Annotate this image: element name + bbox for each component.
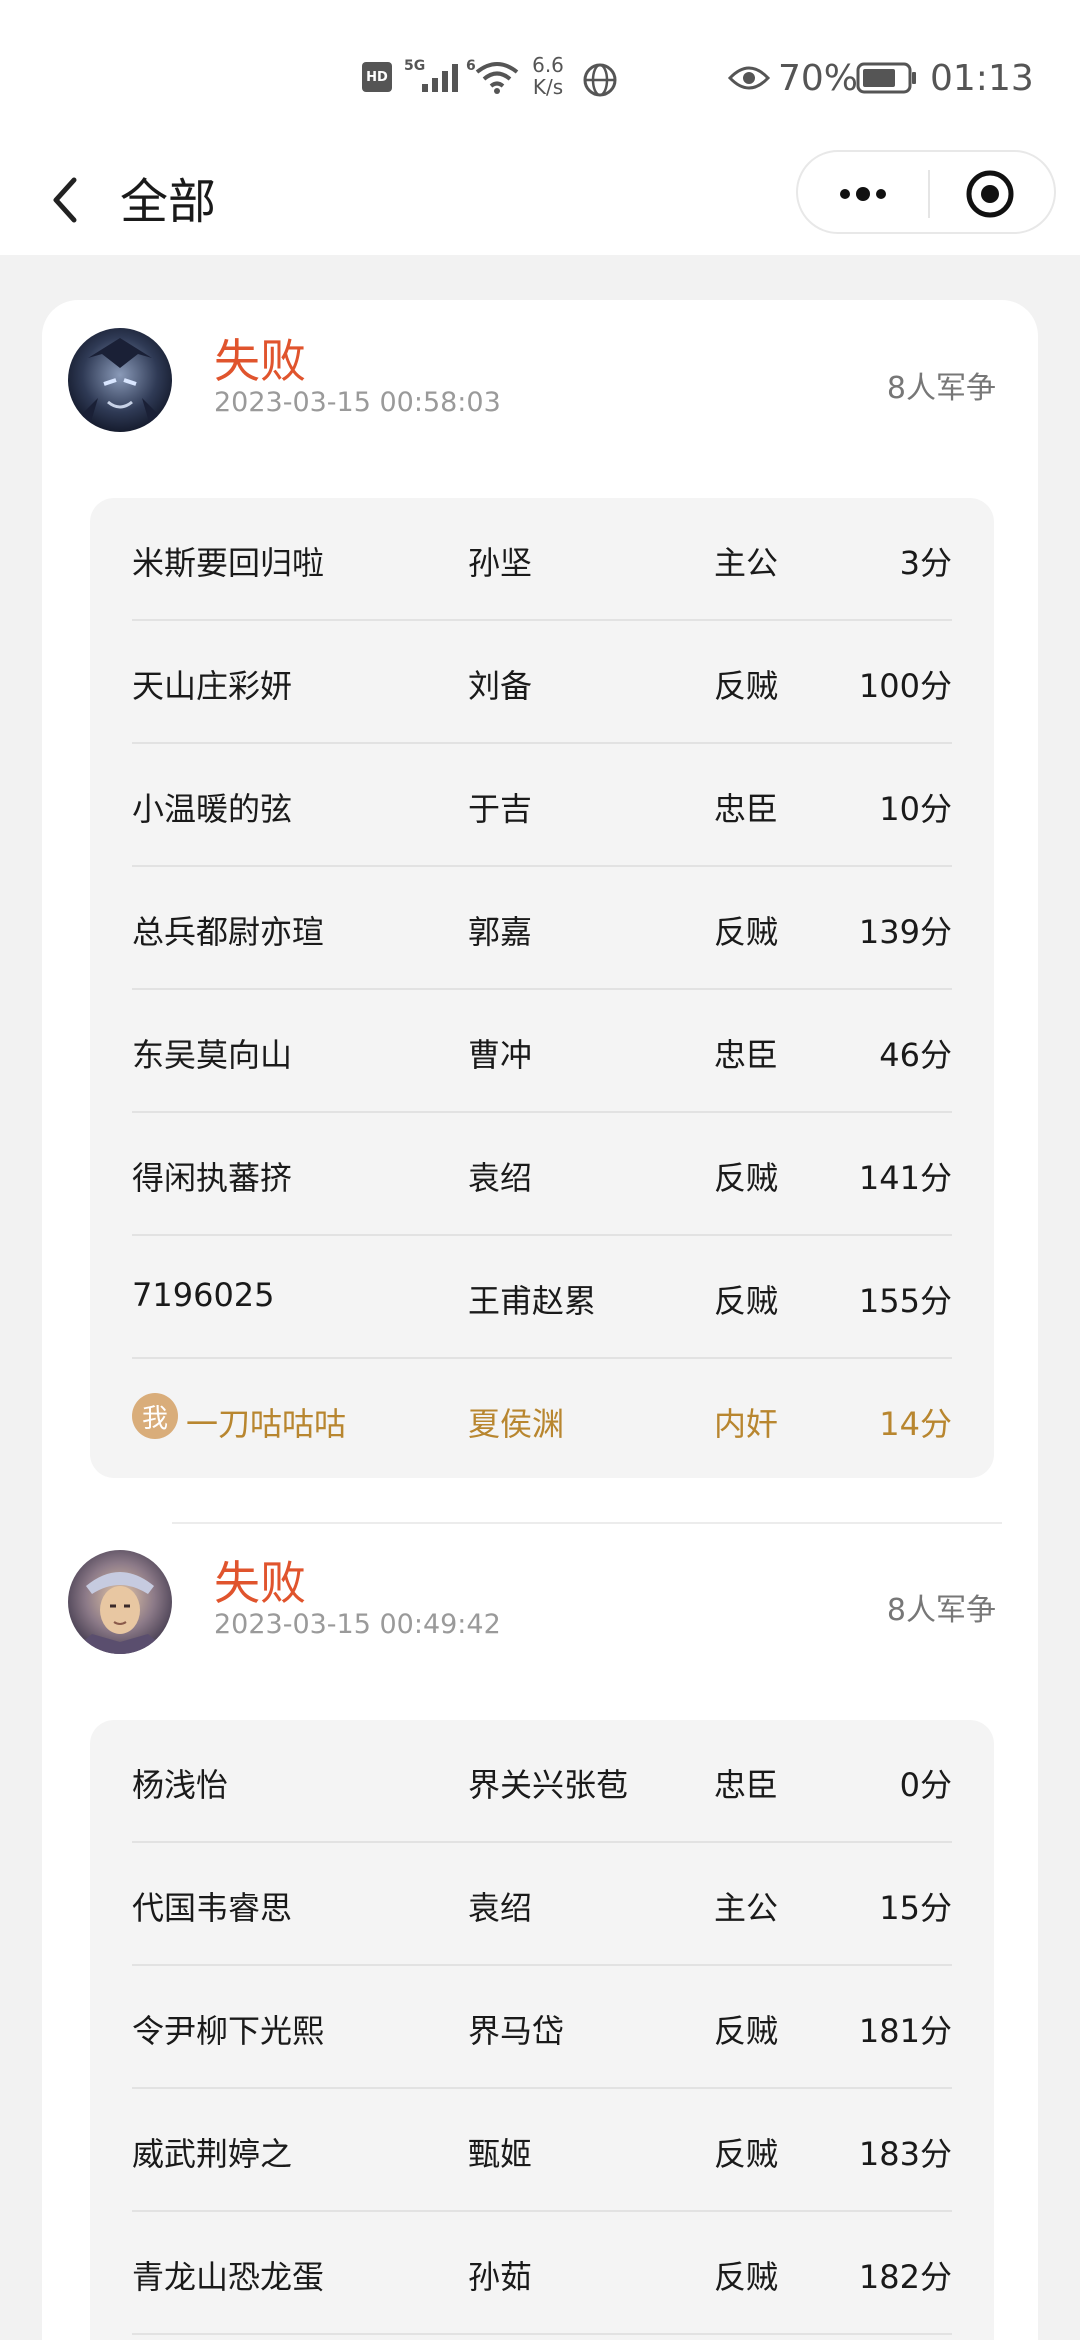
- match-mode: 8人军争: [886, 1593, 996, 1628]
- player-role: 反贼: [714, 913, 779, 951]
- player-role: 忠臣: [714, 790, 779, 828]
- chevron-left-icon[interactable]: [40, 170, 100, 230]
- battery-icon: [856, 62, 918, 98]
- eye-icon: [727, 64, 771, 96]
- player-score: 15分: [879, 1889, 952, 1927]
- hd-icon: HD: [362, 62, 392, 92]
- player-score: 0分: [899, 1766, 952, 1804]
- player-hero: 于吉: [468, 790, 533, 828]
- player-role: 主公: [714, 1889, 779, 1927]
- table-row: 米斯要回归啦 孙坚 主公 3分: [132, 498, 952, 621]
- player-role: 反贼: [714, 2135, 779, 2173]
- player-score: 10分: [879, 790, 952, 828]
- nav-bar: 全部: [0, 150, 1080, 255]
- player-hero: 界马岱: [468, 2012, 565, 2050]
- player-score: 3分: [899, 544, 952, 582]
- player-hero: 袁绍: [468, 1159, 533, 1197]
- player-table: 米斯要回归啦 孙坚 主公 3分 天山庄彩妍 刘备 反贼 100分 小温暖的弦 于…: [90, 498, 994, 1478]
- player-hero: 夏侯渊: [468, 1405, 565, 1443]
- player-name: 令尹柳下光熙: [132, 2012, 325, 2050]
- player-score: 183分: [858, 2135, 952, 2173]
- table-row: 小温暖的弦 于吉 忠臣 10分: [132, 744, 952, 867]
- player-score: 139分: [858, 913, 952, 951]
- table-row: 得闲执蕃挤 袁绍 反贼 141分: [132, 1113, 952, 1236]
- player-name: 青龙山恐龙蛋: [132, 2258, 325, 2296]
- player-hero: 孙坚: [468, 544, 533, 582]
- player-role: 反贼: [714, 1159, 779, 1197]
- player-hero: 甄姬: [468, 2135, 533, 2173]
- player-name: 代国韦睿思: [132, 1889, 293, 1927]
- player-role: 反贼: [714, 2258, 779, 2296]
- player-hero: 孙茹: [468, 2258, 533, 2296]
- match-divider: [172, 1522, 1002, 1524]
- avatar: [68, 1550, 172, 1654]
- player-score: 155分: [858, 1282, 952, 1320]
- me-badge: 我: [132, 1393, 178, 1439]
- player-role: 反贼: [714, 667, 779, 705]
- net-speed: 6.6 K/s: [528, 54, 568, 98]
- capsule-divider: [928, 170, 930, 218]
- net-speed-value: 6.6: [532, 53, 564, 77]
- player-name: 得闲执蕃挤: [132, 1159, 293, 1197]
- player-name: 总兵都尉亦瑄: [132, 913, 325, 951]
- target-close-icon[interactable]: [966, 170, 1014, 218]
- match-time: 2023-03-15 00:58:03: [214, 387, 501, 418]
- player-score: 182分: [858, 2258, 952, 2296]
- more-dots-icon[interactable]: [828, 172, 898, 216]
- player-table: 杨浅怡 界关兴张苞 忠臣 0分 代国韦睿思 袁绍 主公 15分 令尹柳下光熙 界…: [90, 1720, 994, 2340]
- page-title: 全部: [120, 174, 217, 230]
- player-score: 14分: [879, 1405, 952, 1443]
- clock: 01:13: [930, 58, 1034, 99]
- player-score: 46分: [879, 1036, 952, 1074]
- mini-program-capsule: [796, 150, 1056, 234]
- table-row-me: 我 一刀咕咕咕 夏侯渊 内奸 14分: [132, 1359, 952, 1482]
- player-name: 杨浅怡: [132, 1766, 229, 1804]
- player-hero: 袁绍: [468, 1889, 533, 1927]
- table-row: 7196025 王甫赵累 反贼 155分: [132, 1236, 952, 1359]
- player-hero: 刘备: [468, 667, 533, 705]
- match-list-card: 失败 2023-03-15 00:58:03 8人军争 米斯要回归啦 孙坚 主公…: [42, 300, 1038, 2340]
- match-time: 2023-03-15 00:49:42: [214, 1609, 501, 1640]
- player-score: 141分: [858, 1159, 952, 1197]
- battery-percentage: 70%: [778, 58, 859, 99]
- row-divider: [132, 2333, 952, 2335]
- player-name: 东吴莫向山: [132, 1036, 293, 1074]
- player-name: 一刀咕咕咕: [186, 1405, 347, 1443]
- table-row: 杨浅怡 界关兴张苞 忠臣 0分: [132, 1720, 952, 1843]
- match-result: 失败: [214, 334, 306, 388]
- globe-icon: [582, 62, 618, 102]
- player-hero: 王甫赵累: [468, 1282, 597, 1320]
- table-row: 令尹柳下光熙 界马岱 反贼 181分: [132, 1966, 952, 2089]
- player-name: 威武荆婷之: [132, 2135, 293, 2173]
- player-name: 7196025: [132, 1276, 275, 1314]
- match-result: 失败: [214, 1556, 306, 1610]
- player-role: 反贼: [714, 1282, 779, 1320]
- wifi-icon: [474, 60, 520, 98]
- table-row: 天山庄彩妍 刘备 反贼 100分: [132, 621, 952, 744]
- player-hero: 曹冲: [468, 1036, 533, 1074]
- player-name: 小温暖的弦: [132, 790, 293, 828]
- net-speed-unit: K/s: [532, 75, 564, 99]
- player-role: 忠臣: [714, 1766, 779, 1804]
- player-role: 主公: [714, 544, 779, 582]
- player-name: 米斯要回归啦: [132, 544, 325, 582]
- table-row: 代国韦睿思 袁绍 主公 15分: [132, 1843, 952, 1966]
- player-role: 忠臣: [714, 1036, 779, 1074]
- table-row: 青龙山恐龙蛋 孙茹 反贼 182分: [132, 2212, 952, 2335]
- table-row: 东吴莫向山 曹冲 忠臣 46分: [132, 990, 952, 1113]
- table-row: 威武荆婷之 甄姬 反贼 183分: [132, 2089, 952, 2212]
- player-score: 100分: [858, 667, 952, 705]
- signal-icon: [420, 62, 460, 98]
- match-mode: 8人军争: [886, 371, 996, 406]
- player-role: 反贼: [714, 2012, 779, 2050]
- player-name: 天山庄彩妍: [132, 667, 293, 705]
- player-hero: 界关兴张苞: [468, 1766, 629, 1804]
- avatar: [68, 328, 172, 432]
- table-row: 总兵都尉亦瑄 郭嘉 反贼 139分: [132, 867, 952, 990]
- status-bar: HD 5G 6 6.6 K/s 70% 01:13: [0, 0, 1080, 150]
- player-role: 内奸: [714, 1405, 779, 1443]
- player-score: 181分: [858, 2012, 952, 2050]
- player-hero: 郭嘉: [468, 913, 533, 951]
